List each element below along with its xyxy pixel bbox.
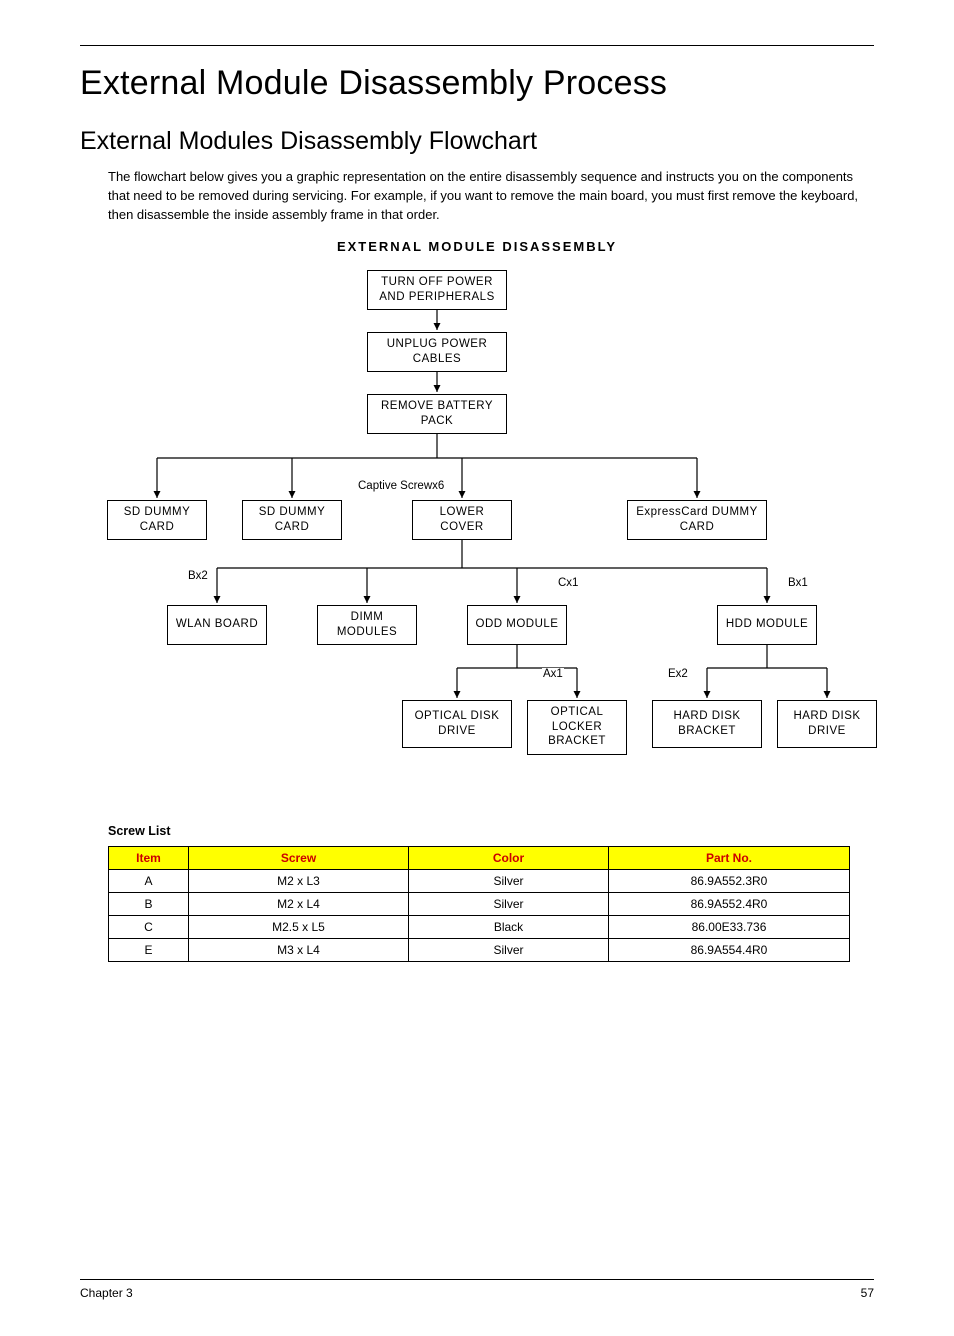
intro-paragraph: The flowchart below gives you a graphic … bbox=[108, 168, 874, 225]
cell-item: C bbox=[109, 915, 189, 938]
section-title: External Modules Disassembly Flowchart bbox=[80, 127, 874, 156]
node-sd-dummy-1: SD DUMMY CARD bbox=[107, 500, 207, 540]
cell-screw: M2 x L4 bbox=[189, 892, 409, 915]
cell-item: B bbox=[109, 892, 189, 915]
node-wlan: WLAN BOARD bbox=[167, 605, 267, 645]
table-row: B M2 x L4 Silver 86.9A552.4R0 bbox=[109, 892, 850, 915]
cell-color: Silver bbox=[409, 892, 609, 915]
node-express-dummy: ExpressCard DUMMY CARD bbox=[627, 500, 767, 540]
cell-item: E bbox=[109, 938, 189, 961]
node-hdd-module: HDD MODULE bbox=[717, 605, 817, 645]
flowchart-diagram: TURN OFF POWER AND PERIPHERALS UNPLUG PO… bbox=[87, 268, 867, 798]
cell-color: Silver bbox=[409, 938, 609, 961]
col-part: Part No. bbox=[609, 846, 850, 869]
page-title: External Module Disassembly Process bbox=[80, 64, 874, 103]
node-battery: REMOVE BATTERY PACK bbox=[367, 394, 507, 434]
table-row: E M3 x L4 Silver 86.9A554.4R0 bbox=[109, 938, 850, 961]
table-row: C M2.5 x L5 Black 86.00E33.736 bbox=[109, 915, 850, 938]
cell-item: A bbox=[109, 869, 189, 892]
node-unplug: UNPLUG POWER CABLES bbox=[367, 332, 507, 372]
label-captive: Captive Screwx6 bbox=[357, 480, 445, 492]
node-lower-cover: LOWER COVER bbox=[412, 500, 512, 540]
node-power-off: TURN OFF POWER AND PERIPHERALS bbox=[367, 270, 507, 310]
label-bx1: Bx1 bbox=[787, 577, 809, 589]
node-optical-drive: OPTICAL DISK DRIVE bbox=[402, 700, 512, 748]
cell-color: Black bbox=[409, 915, 609, 938]
cell-part: 86.00E33.736 bbox=[609, 915, 850, 938]
cell-part: 86.9A554.4R0 bbox=[609, 938, 850, 961]
footer-chapter: Chapter 3 bbox=[80, 1286, 133, 1300]
footer-page-number: 57 bbox=[861, 1286, 874, 1300]
label-ex2: Ex2 bbox=[667, 668, 689, 680]
node-hdd-bracket: HARD DISK BRACKET bbox=[652, 700, 762, 748]
cell-screw: M3 x L4 bbox=[189, 938, 409, 961]
node-odd-module: ODD MODULE bbox=[467, 605, 567, 645]
col-item: Item bbox=[109, 846, 189, 869]
col-color: Color bbox=[409, 846, 609, 869]
node-dimm: DIMM MODULES bbox=[317, 605, 417, 645]
top-rule bbox=[80, 45, 874, 46]
node-optical-bracket: OPTICAL LOCKER BRACKET bbox=[527, 700, 627, 755]
cell-screw: M2.5 x L5 bbox=[189, 915, 409, 938]
cell-part: 86.9A552.3R0 bbox=[609, 869, 850, 892]
label-cx1: Cx1 bbox=[557, 577, 579, 589]
cell-color: Silver bbox=[409, 869, 609, 892]
screw-table: Item Screw Color Part No. A M2 x L3 Silv… bbox=[108, 846, 850, 962]
col-screw: Screw bbox=[189, 846, 409, 869]
table-row: A M2 x L3 Silver 86.9A552.3R0 bbox=[109, 869, 850, 892]
page-footer: Chapter 3 57 bbox=[80, 1279, 874, 1300]
node-sd-dummy-2: SD DUMMY CARD bbox=[242, 500, 342, 540]
cell-part: 86.9A552.4R0 bbox=[609, 892, 850, 915]
cell-screw: M2 x L3 bbox=[189, 869, 409, 892]
node-hdd-drive: HARD DISK DRIVE bbox=[777, 700, 877, 748]
diagram-title: EXTERNAL MODULE DISASSEMBLY bbox=[80, 239, 874, 254]
screw-list-heading: Screw List bbox=[108, 824, 874, 838]
table-header-row: Item Screw Color Part No. bbox=[109, 846, 850, 869]
label-ax1: Ax1 bbox=[542, 668, 564, 680]
label-bx2: Bx2 bbox=[187, 570, 209, 582]
